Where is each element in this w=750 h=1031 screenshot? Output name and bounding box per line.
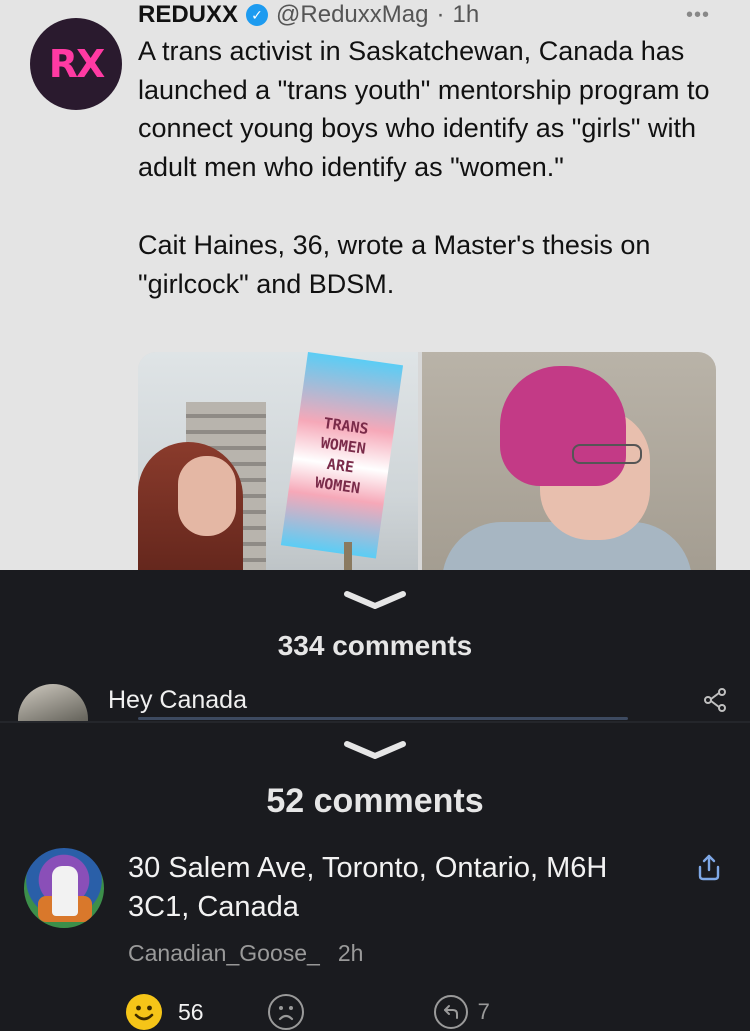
brand-logo: RX <box>48 42 106 86</box>
tweet-time: 1h <box>452 1 480 28</box>
tweet-author-avatar: RX <box>30 18 122 110</box>
tweet-photo-portrait <box>422 352 716 570</box>
tweet-paragraph-1: A trans activist in Saskatchewan, Canada… <box>138 36 710 182</box>
more-icon: ••• <box>685 4 710 26</box>
sign-line: WOMEN <box>314 472 362 497</box>
comment-count: 52 comments <box>266 782 484 820</box>
verified-icon: ✓ <box>246 4 269 26</box>
comment-text: 30 Salem Ave, Toronto, Ontario, M6H 3C1,… <box>128 852 608 923</box>
tweet-paragraph-2: Cait Haines, 36, wrote a Master's thesis… <box>138 230 651 299</box>
avatar[interactable] <box>18 684 88 722</box>
share-icon[interactable] <box>702 686 730 714</box>
reply-count: 7 <box>477 999 490 1024</box>
smile-count: 56 <box>178 998 204 1025</box>
reply-icon[interactable] <box>433 995 468 1029</box>
tweet-photo-protest: TRANS WOMEN ARE WOMEN <box>138 352 418 570</box>
avatar[interactable] <box>24 848 104 928</box>
tweet-media: TRANS WOMEN ARE WOMEN <box>138 352 716 570</box>
share-icon[interactable] <box>694 852 724 882</box>
chevron-down-icon[interactable] <box>343 738 407 762</box>
comment-text: Hey Canada <box>108 686 247 714</box>
protest-sign: TRANS WOMEN ARE WOMEN <box>280 352 404 559</box>
username[interactable]: Canadian_Goose_ <box>128 940 320 967</box>
tweet-header: REDUXX ✓ @ReduxxMag · 1h <box>138 0 718 30</box>
comment-actions: 56 7 <box>126 993 626 1031</box>
comment-age: 2h <box>337 940 364 966</box>
frown-icon[interactable] <box>267 994 304 1030</box>
chevron-down-icon[interactable] <box>343 588 407 612</box>
tweet-screenshot: RX REDUXX ✓ @ReduxxMag · 1h ••• A trans … <box>0 0 750 570</box>
tweet-separator: · <box>436 1 445 28</box>
smile-icon[interactable] <box>126 994 162 1030</box>
comment-count: 334 comments <box>277 630 473 661</box>
comment-meta: Canadian_Goose_ 2h <box>128 940 363 967</box>
tweet-author-name: REDUXX <box>138 1 239 28</box>
preview-comment: Hey Canada <box>0 680 750 722</box>
tweet-handle: @ReduxxMag <box>276 1 429 28</box>
tweet-body: A trans activist in Saskatchewan, Canada… <box>138 32 718 303</box>
